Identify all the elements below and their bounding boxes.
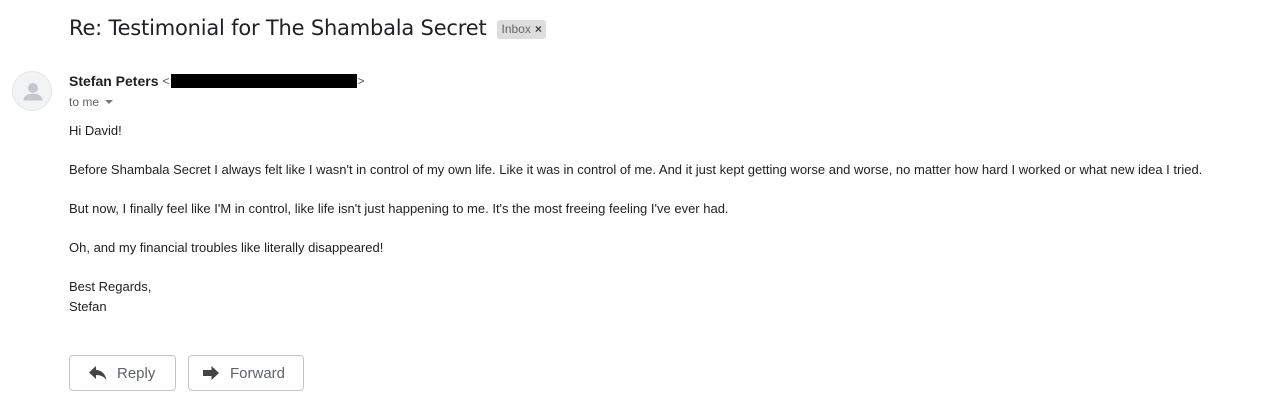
label-text: Inbox: [501, 22, 531, 36]
email-open-bracket: <: [162, 74, 170, 88]
reply-button[interactable]: Reply: [69, 355, 176, 391]
email-signoff: Best Regards,: [69, 279, 152, 294]
email-actions: Reply Forward: [69, 355, 304, 391]
email-greeting: Hi David!: [69, 123, 122, 138]
email-paragraph: Oh, and my financial troubles like liter…: [69, 240, 384, 255]
forward-button[interactable]: Forward: [188, 355, 304, 391]
email-paragraph: Before Shambala Secret I always felt lik…: [69, 162, 1203, 177]
sender-avatar: [12, 71, 52, 111]
person-placeholder-icon: [23, 83, 43, 101]
remove-label-icon[interactable]: ×: [535, 23, 542, 35]
email-close-bracket: >: [357, 74, 365, 88]
email-header: Re: Testimonial for The Shambala Secret …: [69, 12, 546, 44]
reply-label: Reply: [117, 364, 156, 382]
forward-label: Forward: [230, 364, 286, 382]
email-body: Hi David! Before Shambala Secret I alway…: [69, 121, 1269, 316]
reply-arrow-icon: [89, 366, 107, 380]
email-signature: Stefan: [69, 298, 107, 314]
recipient-text: to me: [69, 95, 100, 109]
redacted-email-address: [170, 74, 357, 88]
sender-email: < >: [162, 74, 365, 88]
show-details-dropdown-icon[interactable]: [105, 100, 114, 104]
recipient-details[interactable]: to me: [69, 94, 114, 110]
forward-arrow-icon: [203, 366, 220, 380]
sender-name: Stefan Peters: [69, 73, 159, 89]
email-paragraph: But now, I finally feel like I'M in cont…: [69, 201, 729, 216]
sender-row: Stefan Peters < >: [69, 72, 365, 90]
inbox-label-chip[interactable]: Inbox ×: [497, 19, 546, 39]
email-subject: Re: Testimonial for The Shambala Secret: [69, 16, 487, 40]
